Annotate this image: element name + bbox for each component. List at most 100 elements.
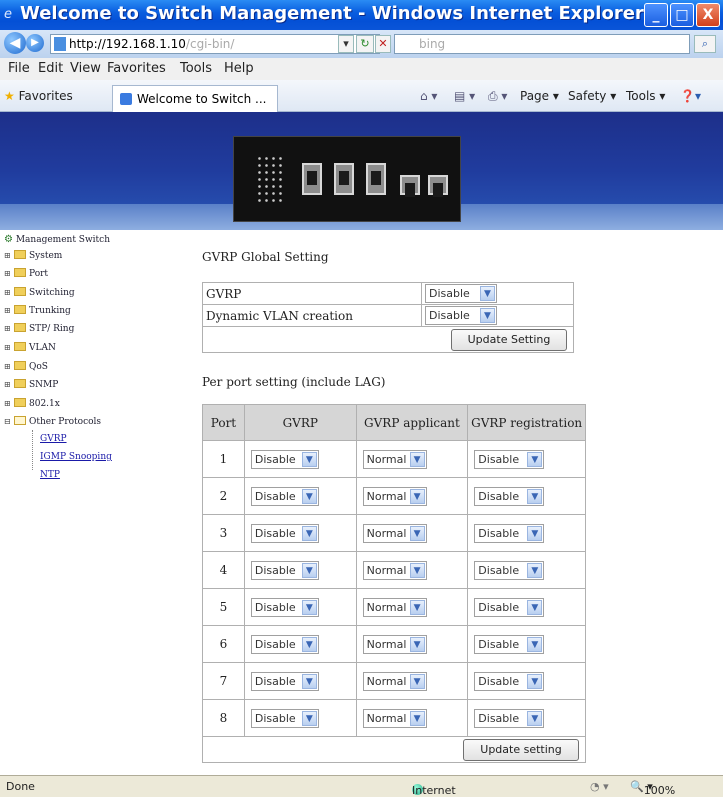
folder-icon bbox=[14, 361, 26, 370]
address-input[interactable]: http://192.168.1.10/cgi-bin/ bbox=[50, 34, 380, 54]
registration-cell: Disable ▼ bbox=[467, 699, 586, 737]
stop-icon[interactable]: ✕ bbox=[375, 35, 391, 53]
applicant-select[interactable]: Normal ▼ bbox=[362, 671, 427, 691]
sidebar-item-vlan[interactable]: ⊞ VLAN bbox=[4, 342, 56, 356]
menu-favorites[interactable]: Favorites bbox=[107, 61, 166, 76]
chevron-down-icon: ▼ bbox=[409, 451, 425, 467]
applicant-cell: Normal ▼ bbox=[355, 625, 469, 663]
switch-port-icon bbox=[302, 163, 322, 195]
sidebar-item-8021x[interactable]: ⊞ 802.1x bbox=[4, 398, 60, 412]
home-icon[interactable]: ⌂ ▾ bbox=[420, 89, 437, 103]
chevron-down-icon: ▼ bbox=[301, 451, 317, 467]
tree-root[interactable]: ⚙ Management Switch bbox=[4, 234, 110, 248]
chevron-down-icon: ▼ bbox=[301, 488, 317, 504]
sidebar-item-snmp[interactable]: ⊞ SNMP bbox=[4, 379, 58, 393]
sidebar-item-label: Trunking bbox=[29, 306, 71, 316]
chevron-down-icon: ▼ bbox=[301, 636, 317, 652]
update-port-setting-button[interactable]: Update setting bbox=[463, 738, 579, 761]
close-button[interactable]: X bbox=[696, 3, 720, 27]
gvrp-select[interactable]: Disable ▼ bbox=[250, 634, 319, 654]
applicant-select[interactable]: Normal ▼ bbox=[362, 560, 427, 580]
forward-button[interactable]: ▶ bbox=[26, 34, 44, 52]
open-folder-icon bbox=[14, 416, 26, 425]
tools-menu[interactable]: Tools ▾ bbox=[626, 89, 665, 103]
gvrp-global-select[interactable]: Disable ▼ bbox=[425, 284, 497, 303]
feeds-icon[interactable]: ▤ ▾ bbox=[454, 89, 475, 103]
address-toolbar: ◀ ▶ http://192.168.1.10/cgi-bin/ ▾ ↻ ✕ b… bbox=[0, 30, 723, 58]
gvrp-select[interactable]: Disable ▼ bbox=[250, 708, 319, 728]
address-url-rest: /cgi-bin/ bbox=[185, 37, 235, 51]
sidebar-item-label: QoS bbox=[29, 362, 48, 372]
port-setting-heading: Per port setting (include LAG) bbox=[202, 375, 386, 389]
menu-tools[interactable]: Tools bbox=[180, 61, 212, 76]
global-row-value-cell: Disable ▼ bbox=[421, 304, 574, 327]
gvrp-select[interactable]: Disable ▼ bbox=[250, 671, 319, 691]
dynamic-vlan-select[interactable]: Disable ▼ bbox=[425, 306, 497, 325]
back-button[interactable]: ◀ bbox=[4, 32, 26, 54]
registration-select[interactable]: Disable ▼ bbox=[474, 560, 545, 580]
port-setting-table: Port GVRP GVRP applicant GVRP registrati… bbox=[202, 404, 586, 763]
safety-menu[interactable]: Safety ▾ bbox=[568, 89, 616, 103]
favorites-button[interactable]: ★ Favorites bbox=[4, 89, 73, 103]
gvrp-select[interactable]: Disable ▼ bbox=[250, 486, 319, 506]
dropdown-arrow-icon[interactable]: ▾ bbox=[338, 35, 354, 53]
gvrp-select[interactable]: Disable ▼ bbox=[250, 560, 319, 580]
search-icon[interactable]: ⌕ bbox=[694, 35, 716, 53]
registration-select[interactable]: Disable ▼ bbox=[474, 634, 545, 654]
applicant-select[interactable]: Normal ▼ bbox=[362, 597, 427, 617]
sidebar-link-ntp[interactable]: NTP bbox=[40, 470, 60, 484]
select-value: Disable bbox=[254, 711, 296, 725]
search-placeholder: bing bbox=[419, 37, 446, 51]
applicant-select[interactable]: Normal ▼ bbox=[362, 523, 427, 543]
applicant-select[interactable]: Normal ▼ bbox=[362, 486, 427, 506]
chevron-down-icon: ▼ bbox=[409, 710, 425, 726]
registration-select[interactable]: Disable ▼ bbox=[474, 449, 545, 469]
help-icon[interactable]: ❓▾ bbox=[680, 89, 701, 103]
sidebar-item-stp-ring[interactable]: ⊞ STP/ Ring bbox=[4, 323, 74, 337]
registration-cell: Disable ▼ bbox=[467, 588, 586, 626]
gvrp-select[interactable]: Disable ▼ bbox=[250, 597, 319, 617]
port-update-cell: Update setting bbox=[202, 736, 586, 763]
menu-help[interactable]: Help bbox=[224, 61, 254, 76]
table-row: 3 Disable ▼ Normal ▼ Disable ▼ bbox=[202, 514, 586, 552]
folder-icon bbox=[14, 323, 26, 332]
menu-view[interactable]: View bbox=[70, 61, 101, 76]
zoom-level[interactable]: 🔍 100% ▾ bbox=[630, 780, 675, 797]
sidebar-item-qos[interactable]: ⊞ QoS bbox=[4, 361, 48, 375]
sidebar-item-system[interactable]: ⊞ System bbox=[4, 250, 62, 264]
registration-select[interactable]: Disable ▼ bbox=[474, 523, 545, 543]
sidebar-item-other-protocols[interactable]: ⊟ Other Protocols bbox=[4, 416, 101, 430]
select-value: Disable bbox=[254, 452, 296, 466]
port-number-cell: 4 bbox=[202, 551, 245, 589]
gvrp-select[interactable]: Disable ▼ bbox=[250, 449, 319, 469]
minimize-button[interactable]: _ bbox=[644, 3, 668, 27]
tab-welcome[interactable]: Welcome to Switch ... bbox=[112, 85, 278, 112]
registration-select[interactable]: Disable ▼ bbox=[474, 486, 545, 506]
menu-file[interactable]: File bbox=[8, 61, 30, 76]
favorites-bar: ★ Favorites Welcome to Switch ... ⌂ ▾ ▤ … bbox=[0, 80, 723, 112]
registration-select[interactable]: Disable ▼ bbox=[474, 597, 545, 617]
print-icon[interactable]: ⎙ ▾ bbox=[488, 89, 507, 104]
folder-icon bbox=[14, 342, 26, 351]
registration-cell: Disable ▼ bbox=[467, 625, 586, 663]
refresh-icon[interactable]: ↻ bbox=[356, 35, 374, 53]
sidebar-link-gvrp[interactable]: GVRP bbox=[40, 434, 67, 448]
maximize-button[interactable]: □ bbox=[670, 3, 694, 27]
sidebar-item-port[interactable]: ⊞ Port bbox=[4, 268, 48, 282]
registration-select[interactable]: Disable ▼ bbox=[474, 671, 545, 691]
search-input[interactable]: bing bbox=[394, 34, 690, 54]
applicant-select[interactable]: Normal ▼ bbox=[362, 634, 427, 654]
switch-port-icon bbox=[400, 175, 420, 197]
menu-edit[interactable]: Edit bbox=[38, 61, 63, 76]
update-setting-button[interactable]: Update Setting bbox=[451, 328, 567, 351]
sidebar-item-trunking[interactable]: ⊞ Trunking bbox=[4, 305, 71, 319]
sidebar-link-igmp-snooping[interactable]: IGMP Snooping bbox=[40, 452, 112, 466]
registration-select[interactable]: Disable ▼ bbox=[474, 708, 545, 728]
chevron-down-icon: ▼ bbox=[409, 525, 425, 541]
page-menu[interactable]: Page ▾ bbox=[520, 89, 559, 103]
applicant-select[interactable]: Normal ▼ bbox=[362, 449, 427, 469]
applicant-select[interactable]: Normal ▼ bbox=[362, 708, 427, 728]
protected-mode-icon[interactable]: ◔ ▾ bbox=[590, 780, 609, 793]
gvrp-select[interactable]: Disable ▼ bbox=[250, 523, 319, 543]
sidebar-item-switching[interactable]: ⊞ Switching bbox=[4, 287, 75, 301]
